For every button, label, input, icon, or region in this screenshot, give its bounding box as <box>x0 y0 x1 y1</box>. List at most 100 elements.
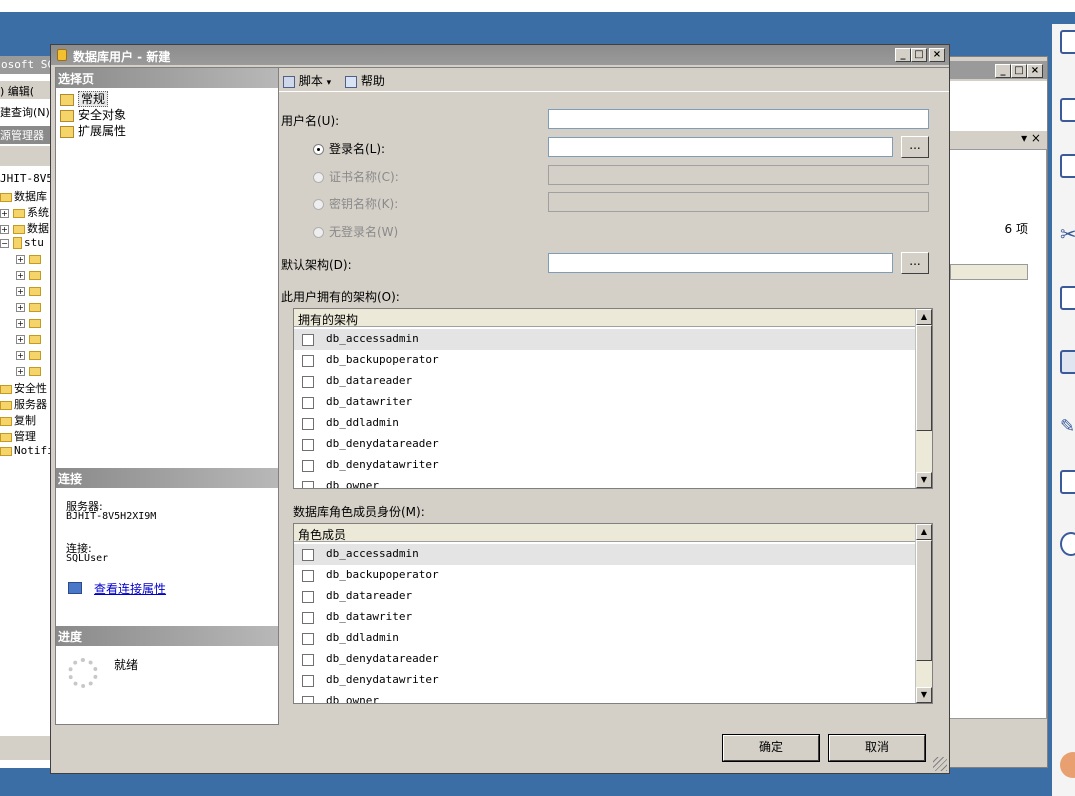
table-row[interactable]: db_backupoperator <box>294 350 916 371</box>
radio-icon[interactable] <box>313 172 324 183</box>
tree-node-stu[interactable]: − stu <box>0 236 44 249</box>
key-radio[interactable]: 密钥名称(K): <box>313 195 398 212</box>
expand-icon[interactable]: + <box>16 254 25 264</box>
minimize-icon[interactable]: _ <box>995 64 1011 78</box>
guide-icon[interactable] <box>1060 350 1075 374</box>
help-button[interactable]: 帮助 <box>345 72 385 89</box>
role-members-column-header[interactable]: 角色成员 <box>294 524 916 542</box>
tree-subfolder[interactable]: + <box>16 252 43 265</box>
expand-icon[interactable]: + <box>16 270 25 280</box>
table-row[interactable]: db_datawriter <box>294 607 916 628</box>
tree-node-server-objects[interactable]: 服务器 <box>0 396 47 412</box>
login-browse-button[interactable]: ... <box>901 136 929 158</box>
page-extended-properties[interactable]: 扩展属性 <box>60 122 126 139</box>
table-row[interactable]: db_backupoperator <box>294 565 916 586</box>
radio-icon[interactable] <box>313 227 324 238</box>
expand-icon[interactable]: + <box>16 350 25 360</box>
app-icon[interactable] <box>1060 752 1075 778</box>
tree-subfolder[interactable]: + <box>16 268 43 281</box>
checkbox[interactable] <box>302 675 314 687</box>
maximize-icon[interactable]: □ <box>911 48 927 62</box>
checkbox[interactable] <box>302 355 314 367</box>
tree-node-management[interactable]: 管理 <box>0 428 36 444</box>
radio-icon[interactable] <box>313 199 324 210</box>
checkbox[interactable] <box>302 481 314 488</box>
paste-icon[interactable] <box>1060 30 1075 54</box>
resize-grip-icon[interactable] <box>933 757 947 771</box>
document-icon[interactable] <box>1060 154 1075 178</box>
checkbox[interactable] <box>302 460 314 472</box>
tree-node-notification[interactable]: Notifi <box>0 444 54 457</box>
close-icon[interactable]: × <box>929 48 945 62</box>
delete-icon[interactable] <box>1060 98 1075 122</box>
scroll-down-icon[interactable]: ▼ <box>916 472 932 488</box>
table-row[interactable]: db_accessadmin <box>294 544 916 565</box>
owned-schemas-column-header[interactable]: 拥有的架构 <box>294 309 916 327</box>
scroll-up-icon[interactable]: ▲ <box>916 524 932 540</box>
minimize-icon[interactable]: _ <box>895 48 911 62</box>
checkbox[interactable] <box>302 570 314 582</box>
tree-node-replication[interactable]: 复制 <box>0 412 36 428</box>
tree-subfolder[interactable]: + <box>16 332 43 345</box>
checkbox[interactable] <box>302 696 314 703</box>
schema-browse-button[interactable]: ... <box>901 252 929 274</box>
expand-icon[interactable]: + <box>0 208 9 218</box>
login-name-input[interactable] <box>548 137 893 157</box>
vertical-scrollbar[interactable]: ▲ ▼ <box>915 309 932 488</box>
mail-icon[interactable] <box>1060 286 1075 310</box>
table-row[interactable]: db_owner <box>294 476 916 488</box>
tree-subfolder[interactable]: + <box>16 284 43 297</box>
tree-subfolder[interactable]: + <box>16 300 43 313</box>
expand-icon[interactable]: + <box>0 224 9 234</box>
table-row[interactable]: db_datawriter <box>294 392 916 413</box>
table-row[interactable]: db_datareader <box>294 371 916 392</box>
table-row[interactable]: db_datareader <box>294 586 916 607</box>
table-row[interactable]: db_ddladmin <box>294 413 916 434</box>
expand-icon[interactable]: + <box>16 286 25 296</box>
certificate-radio[interactable]: 证书名称(C): <box>313 168 399 185</box>
tree-node-databases[interactable]: 数据库 <box>0 188 47 204</box>
checkbox[interactable] <box>302 397 314 409</box>
checkbox[interactable] <box>302 418 314 430</box>
tree-node-security[interactable]: 安全性 <box>0 380 47 396</box>
scissors-icon[interactable]: ✂ <box>1060 222 1075 246</box>
script-button[interactable]: 脚本 ▾ <box>283 72 331 89</box>
page-general[interactable]: 常规 <box>60 90 109 107</box>
new-query-button[interactable]: 建查询(N) <box>0 104 50 120</box>
table-row[interactable]: db_denydatawriter <box>294 670 916 691</box>
scroll-up-icon[interactable]: ▲ <box>916 309 932 325</box>
checkbox[interactable] <box>302 633 314 645</box>
radio-selected-icon[interactable] <box>313 144 324 155</box>
tree-node-system[interactable]: + 系统 <box>0 204 49 220</box>
scroll-thumb[interactable] <box>916 325 932 431</box>
default-schema-input[interactable] <box>548 253 893 273</box>
checkbox[interactable] <box>302 654 314 666</box>
table-row[interactable]: db_denydatawriter <box>294 455 916 476</box>
tree-subfolder[interactable]: + <box>16 364 43 377</box>
table-row[interactable]: db_ddladmin <box>294 628 916 649</box>
vertical-scrollbar[interactable]: ▲ ▼ <box>915 524 932 703</box>
answer-icon[interactable] <box>1060 470 1075 494</box>
username-input[interactable] <box>548 109 929 129</box>
no-login-radio[interactable]: 无登录名(W) <box>313 223 398 240</box>
table-row[interactable]: db_owner <box>294 691 916 703</box>
checkbox[interactable] <box>302 549 314 561</box>
question-icon[interactable] <box>1060 532 1075 556</box>
login-radio[interactable]: 登录名(L): <box>313 140 385 157</box>
checkbox[interactable] <box>302 376 314 388</box>
expand-icon[interactable]: + <box>16 366 25 376</box>
checkbox[interactable] <box>302 591 314 603</box>
tree-subfolder[interactable]: + <box>16 348 43 361</box>
maximize-icon[interactable]: □ <box>1011 64 1027 78</box>
tree-subfolder[interactable]: + <box>16 316 43 329</box>
scroll-thumb[interactable] <box>916 540 932 661</box>
pen-icon[interactable]: ✎ <box>1060 416 1075 440</box>
checkbox[interactable] <box>302 439 314 451</box>
expand-icon[interactable]: + <box>16 334 25 344</box>
view-connection-properties-link[interactable]: 查看连接属性 <box>94 580 166 597</box>
dialog-titlebar[interactable]: 数据库用户 - 新建 _ □ × <box>51 45 949 65</box>
tree-node-data[interactable]: + 数据 <box>0 220 49 236</box>
close-icon[interactable]: × <box>1027 64 1043 78</box>
collapse-icon[interactable]: − <box>0 238 9 248</box>
checkbox[interactable] <box>302 612 314 624</box>
